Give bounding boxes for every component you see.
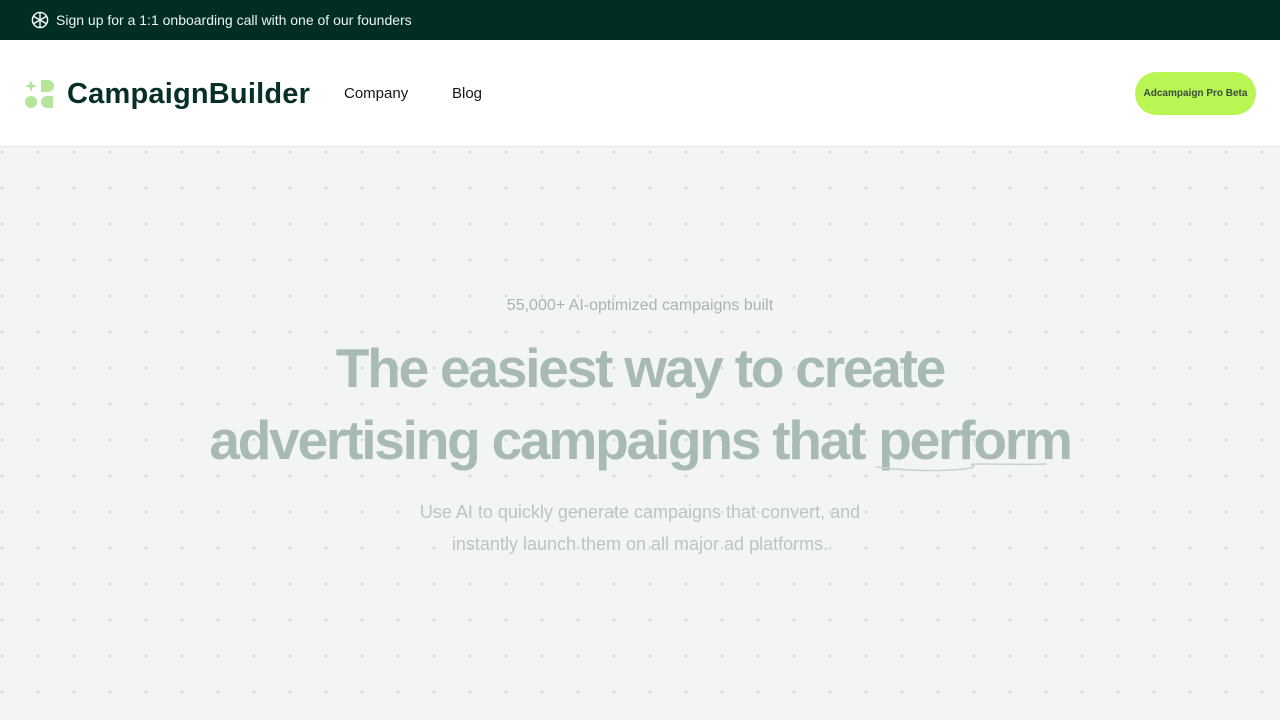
hero-subheadline: Use AI to quickly generate campaigns tha…	[0, 496, 1280, 560]
site-header: CampaignBuilder Company Blog Adcampaign …	[0, 40, 1280, 147]
logo-mark-icon	[25, 79, 54, 108]
pro-beta-button[interactable]: Adcampaign Pro Beta	[1135, 72, 1256, 115]
starburst-icon	[31, 11, 49, 29]
subheadline-line-1: Use AI to quickly generate campaigns tha…	[419, 502, 861, 522]
announcement-text: Sign up for a 1:1 onboarding call with o…	[56, 12, 412, 28]
subheadline-line-2: instantly launch them on all major ad pl…	[451, 534, 829, 554]
hero-headline: The easiest way to create advertising ca…	[0, 332, 1280, 476]
headline-line-2-text: advertising campaigns that	[209, 409, 866, 471]
logo-link[interactable]: CampaignBuilder	[24, 78, 310, 111]
nav-company[interactable]: Company	[344, 85, 408, 102]
announcement-bar[interactable]: Sign up for a 1:1 onboarding call with o…	[0, 0, 1280, 40]
logo-text: CampaignBuilder	[67, 78, 311, 110]
headline-line-2: advertising campaigns that perform	[0, 404, 1280, 476]
nav-blog[interactable]: Blog	[452, 85, 482, 102]
hero-eyebrow: 55,000+ AI-optimized campaigns built	[506, 297, 774, 314]
squiggle-underline-icon	[876, 463, 1048, 472]
headline-line-1: The easiest way to create	[335, 337, 947, 399]
headline-highlight: perform	[876, 404, 1073, 476]
hero-section: 55,000+ AI-optimized campaigns built The…	[0, 147, 1280, 720]
